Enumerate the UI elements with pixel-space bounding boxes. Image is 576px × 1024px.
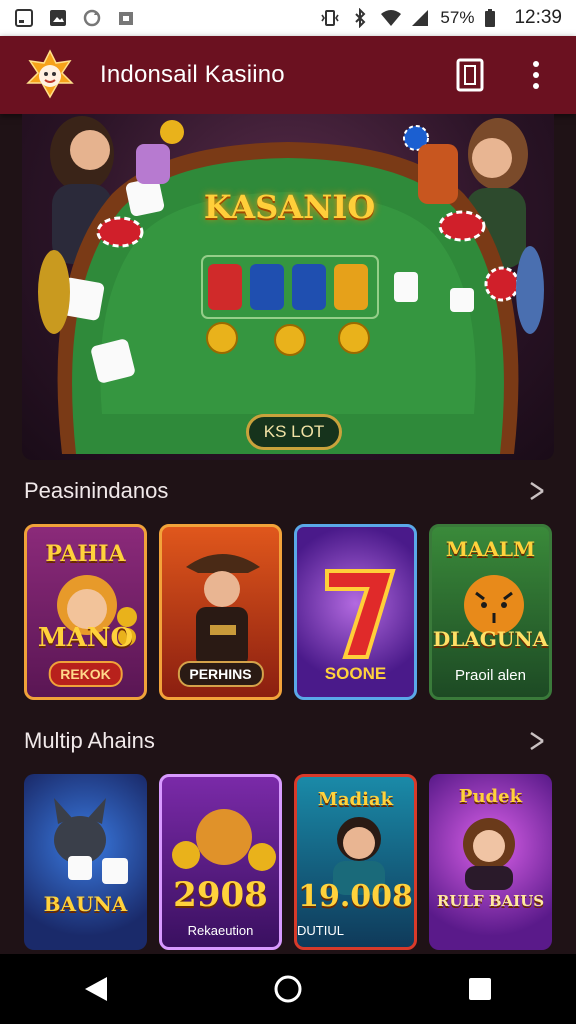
card-title-bottom: 19.008: [298, 879, 413, 914]
card-title-bottom: RULF BAIUS: [436, 892, 545, 910]
card-tag: SOONE: [324, 664, 387, 683]
image-icon: [48, 8, 68, 28]
shop-icon: [116, 8, 136, 28]
bluetooth-icon: [350, 7, 370, 29]
chevron-right-icon[interactable]: [522, 726, 552, 756]
sync-icon: [82, 8, 102, 28]
cat-with-dice-art: [54, 798, 128, 884]
game-card[interactable]: MAALM DLAGUNA Praoil alen: [429, 524, 552, 700]
hero-banner[interactable]: KASANIO: [22, 114, 554, 460]
section-title: Peasinindanos: [24, 478, 169, 503]
clock: 12:39: [514, 7, 562, 28]
game-card[interactable]: PAHIA MANO REKOK: [24, 524, 147, 700]
section-title: Multip Ahains: [24, 728, 155, 753]
app-logo: [22, 47, 78, 103]
home-icon[interactable]: [258, 959, 318, 1019]
card-title-top: Madiak: [317, 789, 394, 810]
game-card[interactable]: PERHINS: [159, 524, 282, 700]
vibrate-icon: [320, 8, 340, 28]
recents-icon[interactable]: [450, 959, 510, 1019]
app-title: Indonsail Kasiino: [100, 61, 285, 88]
casino-table-illustration: [38, 116, 544, 454]
card-title-top: MAALM: [445, 537, 536, 561]
system-nav-bar: [0, 954, 576, 1024]
game-card[interactable]: 2908 Rekaeution: [159, 774, 282, 950]
hero-logo-text: KASANIO: [203, 188, 376, 226]
card-tag: Praoil alen: [455, 667, 526, 684]
card-title-top: Pudek: [458, 786, 523, 807]
game-card[interactable]: Pudek RULF BAIUS: [429, 774, 552, 950]
game-row-promotions: PAHIA MANO REKOK PERHINS SOONE MAALM DLA…: [24, 524, 552, 702]
card-tag: Rekaeution: [187, 923, 254, 938]
back-icon[interactable]: [66, 959, 126, 1019]
card-title-bottom: 2908: [173, 875, 268, 915]
card-title-bottom: MANO: [37, 623, 134, 653]
chevron-right-icon[interactable]: [522, 476, 552, 506]
wifi-icon: [380, 8, 402, 28]
signal-icon: [410, 8, 430, 28]
card-title-bottom: DLAGUNA: [432, 627, 549, 651]
device-icon[interactable]: [452, 55, 488, 95]
card-tag: REKOK: [48, 661, 123, 687]
card-tag: PERHINS: [177, 661, 264, 687]
section-header-promotions: Peasinindanos: [24, 476, 552, 506]
screenshot-icon: [14, 8, 34, 28]
more-options-icon[interactable]: [518, 55, 554, 95]
game-card[interactable]: SOONE: [294, 524, 417, 700]
section-header-multiplayer: Multip Ahains: [24, 726, 552, 756]
card-title-bottom: BAUNA: [43, 892, 128, 916]
game-card[interactable]: Madiak 19.008 DUTIUL: [294, 774, 417, 950]
card-title-top: PAHIA: [45, 541, 126, 567]
battery-percent: 57%: [440, 8, 475, 27]
hero-slot-badge[interactable]: KS LOT: [246, 414, 342, 450]
battery-icon: [484, 8, 504, 28]
game-card[interactable]: BAUNA: [24, 774, 147, 950]
card-tag: DUTIUL: [297, 923, 344, 938]
game-row-multiplayer: BAUNA 2908 Rekaeution Madiak 19.008 DUTI…: [24, 774, 552, 952]
app-bar: Indonsail Kasiino: [0, 36, 576, 114]
status-bar: 57% 12:39: [0, 0, 576, 36]
